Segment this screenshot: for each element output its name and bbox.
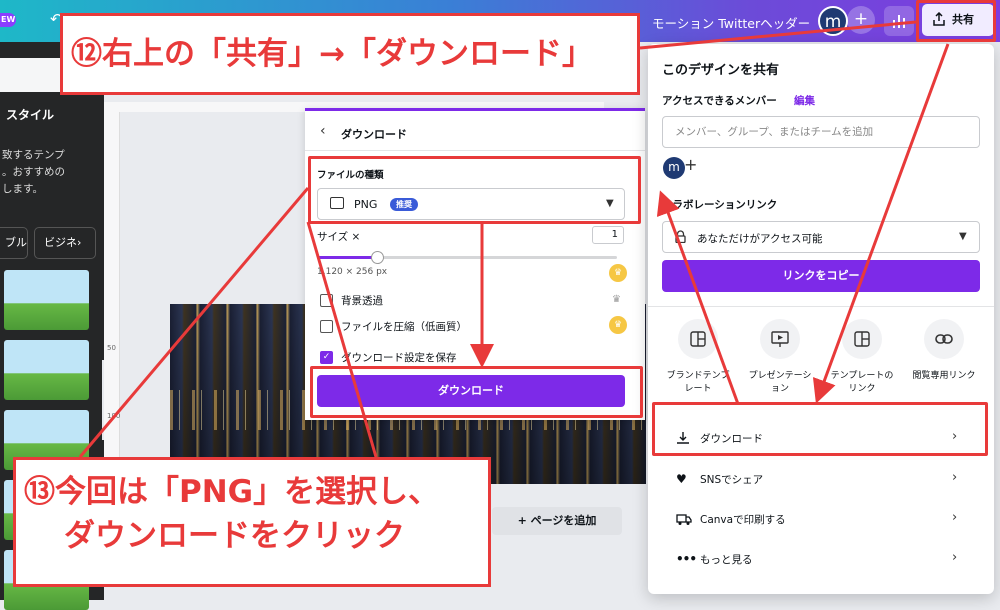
arrow-line (656, 190, 740, 405)
arrow-line (306, 221, 378, 458)
arrow-line (78, 187, 310, 458)
annotation-arrows (78, 20, 950, 458)
arrow-line (812, 43, 950, 404)
arrow-line (639, 20, 917, 50)
